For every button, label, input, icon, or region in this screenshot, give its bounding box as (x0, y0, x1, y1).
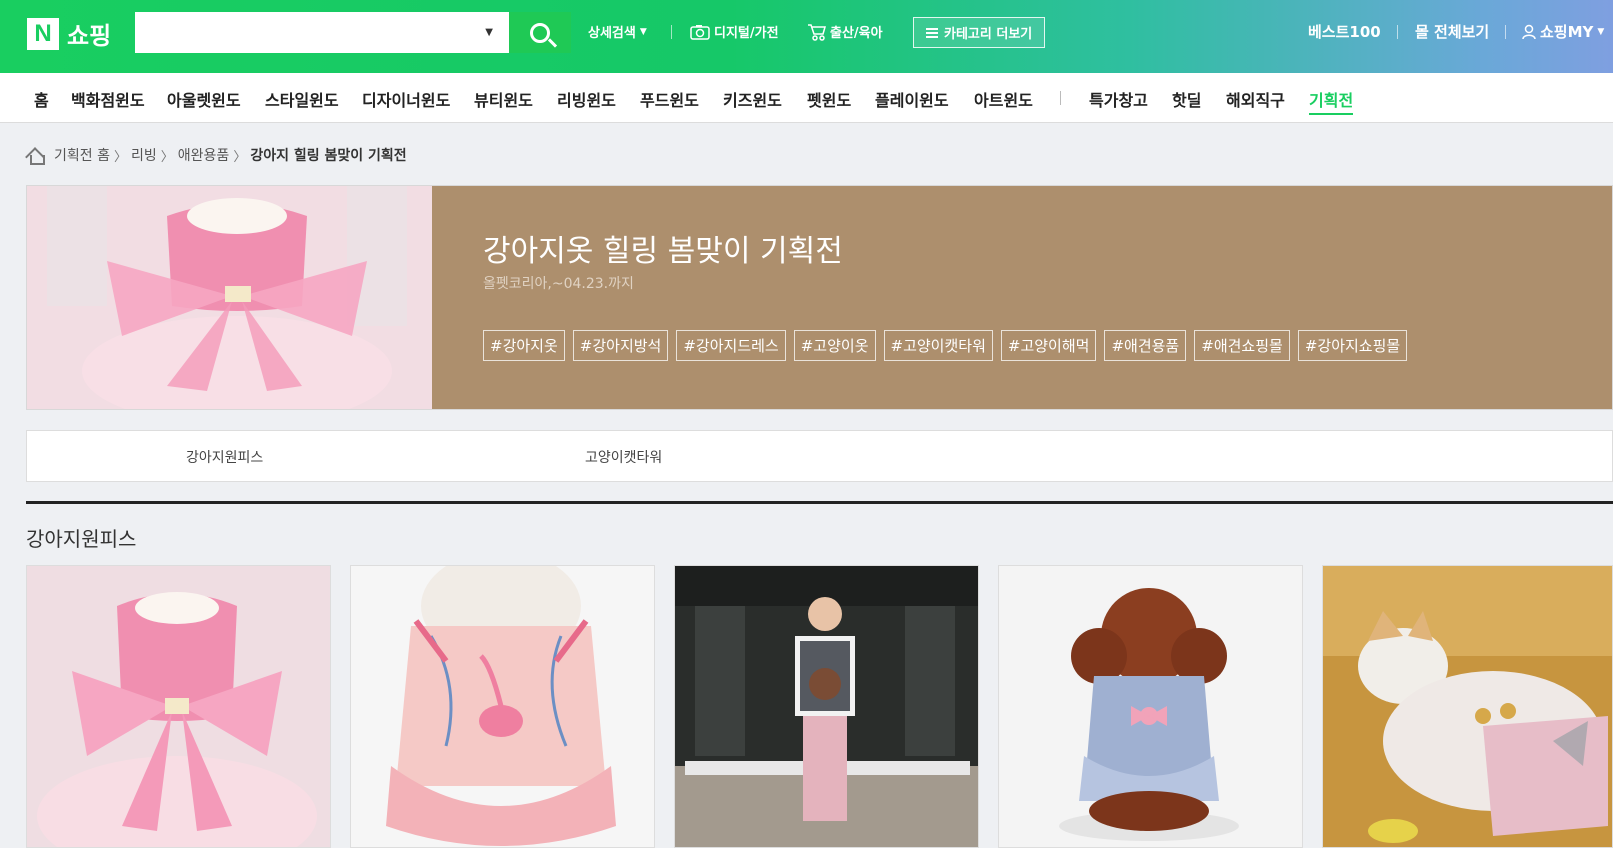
breadcrumb-pet-supplies[interactable]: 애완용품 (178, 145, 230, 165)
product-image (351, 566, 654, 847)
mall-all-label: 몰 전체보기 (1415, 23, 1490, 41)
shopping-logo-text: 쇼핑 (67, 22, 112, 50)
search-box: ▼ (135, 12, 509, 53)
my-shopping-link[interactable]: 쇼핑MY ▼ (1522, 21, 1604, 42)
nav-item-outlet[interactable]: 아울렛윈도 (167, 87, 241, 111)
divider (1505, 25, 1506, 39)
detail-search-button[interactable]: 상세검색 ▼ (588, 22, 647, 41)
breadcrumb-home[interactable]: 기획전 홈 (54, 145, 110, 165)
tag-pet-mall[interactable]: #애견쇼핑몰 (1194, 330, 1290, 361)
best100-label: 베스트100 (1308, 23, 1381, 41)
nav-item-kids[interactable]: 키즈윈도 (723, 87, 782, 111)
tag-dog-mall[interactable]: #강아지쇼핑몰 (1297, 330, 1408, 361)
nav-item-art[interactable]: 아트윈도 (974, 87, 1033, 111)
tag-cat-tower[interactable]: #고양이캣타워 (883, 330, 993, 361)
product-image (27, 566, 330, 847)
product-card[interactable] (674, 565, 979, 848)
naver-shopping-logo[interactable]: N 쇼핑 (27, 16, 111, 51)
stroller-icon (808, 23, 826, 41)
product-card[interactable] (998, 565, 1303, 848)
chevron-right-icon: 〉 (160, 149, 174, 165)
chevron-right-icon: 〉 (113, 149, 127, 165)
product-card[interactable] (350, 565, 655, 848)
chevron-down-icon: ▼ (1597, 26, 1605, 37)
section-divider (26, 501, 1613, 504)
category-nav: 홈 백화점윈도 아울렛윈도 스타일윈도 디자이너윈도 뷰티윈도 리빙윈도 푸드윈… (0, 73, 1613, 123)
tag-dog-dress[interactable]: #강아지드레스 (676, 330, 786, 361)
best100-link[interactable]: 베스트100 (1308, 21, 1381, 42)
nav-item-pet[interactable]: 펫윈도 (807, 87, 851, 111)
nav-item-special[interactable]: 특가창고 (1089, 87, 1148, 111)
chevron-down-icon: ▼ (639, 26, 647, 37)
tag-cat-hammock[interactable]: #고양이해먹 (1000, 330, 1097, 361)
product-card[interactable] (26, 565, 331, 848)
search-button[interactable] (509, 12, 571, 53)
nav-item-designer[interactable]: 디자이너윈도 (362, 87, 450, 111)
tab-cat-tower[interactable]: 고양이캣타워 (585, 447, 662, 467)
nav-item-overseas[interactable]: 해외직구 (1226, 87, 1285, 111)
nav-item-beauty[interactable]: 뷰티윈도 (474, 87, 533, 111)
product-image (1323, 566, 1612, 847)
section-title: 강아지원피스 (26, 527, 137, 551)
banner-title: 강아지옷 힐링 봄맞이 기획전 (483, 234, 843, 269)
tab-dog-onepiece[interactable]: 강아지원피스 (186, 447, 263, 467)
banner-tags: #강아지옷 #강아지방석 #강아지드레스 #고양이옷 #고양이캣타워 #고양이해… (483, 330, 1408, 361)
breadcrumb-living[interactable]: 리빙 (131, 145, 157, 165)
tag-pet-supplies[interactable]: #애견용품 (1104, 330, 1187, 361)
divider (1397, 25, 1398, 39)
camera-icon (690, 24, 710, 40)
nav-item-style[interactable]: 스타일윈도 (265, 87, 339, 111)
home-icon[interactable] (26, 147, 46, 165)
category-more-label: 카테고리 더보기 (944, 27, 1033, 42)
my-shopping-label: 쇼핑MY (1540, 23, 1594, 41)
breadcrumb-current: 강아지 힐링 봄맞이 기획전 (250, 148, 407, 164)
nav-item-hotdeal[interactable]: 핫딜 (1172, 87, 1201, 111)
user-icon (1522, 24, 1536, 39)
mall-all-link[interactable]: 몰 전체보기 (1415, 21, 1489, 42)
baby-link[interactable]: 출산/육아 (806, 22, 883, 41)
search-icon (530, 22, 550, 43)
nav-item-play[interactable]: 플레이윈도 (875, 87, 949, 111)
search-input[interactable] (137, 14, 457, 51)
divider (671, 25, 672, 39)
nav-item-food[interactable]: 푸드윈도 (640, 87, 699, 111)
detail-search-label: 상세검색 (588, 26, 636, 41)
category-more-button[interactable]: 카테고리 더보기 (913, 17, 1046, 48)
search-dropdown-icon[interactable]: ▼ (485, 27, 493, 38)
tag-dog-cushion[interactable]: #강아지방석 (572, 330, 669, 361)
chevron-right-icon: 〉 (233, 149, 247, 165)
exhibition-tabs: 강아지원피스 고양이캣타워 (26, 430, 1613, 482)
exhibition-banner: 강아지옷 힐링 봄맞이 기획전 올펫코리아,~04.23.까지 #강아지옷 #강… (26, 185, 1613, 410)
nav-item-exhibition[interactable]: 기획전 (1309, 87, 1354, 115)
digital-link[interactable]: 디지털/가전 (690, 22, 779, 41)
digital-label: 디지털/가전 (714, 26, 779, 41)
breadcrumb: 기획전 홈 〉 리빙 〉 애완용품 〉 강아지 힐링 봄맞이 기획전 (26, 145, 407, 165)
baby-label: 출산/육아 (830, 26, 883, 41)
top-bar: N 쇼핑 ▼ 상세검색 ▼ 디지털/가전 출산/육아 카테고리 더보기 베스트1… (0, 0, 1613, 73)
nav-item-department[interactable]: 백화점윈도 (71, 87, 145, 111)
product-image (999, 566, 1302, 847)
nav-item-living[interactable]: 리빙윈도 (557, 87, 616, 111)
list-icon (926, 27, 938, 38)
banner-subtitle: 올펫코리아,~04.23.까지 (483, 276, 634, 292)
product-image (675, 566, 978, 847)
nav-divider (1060, 91, 1061, 105)
product-card[interactable] (1322, 565, 1613, 848)
nav-item-home[interactable]: 홈 (34, 87, 49, 111)
tag-cat-clothes[interactable]: #고양이옷 (793, 330, 876, 361)
banner-image (27, 186, 432, 409)
naver-logo-icon: N (27, 17, 59, 50)
tag-dog-clothes[interactable]: #강아지옷 (483, 330, 565, 361)
